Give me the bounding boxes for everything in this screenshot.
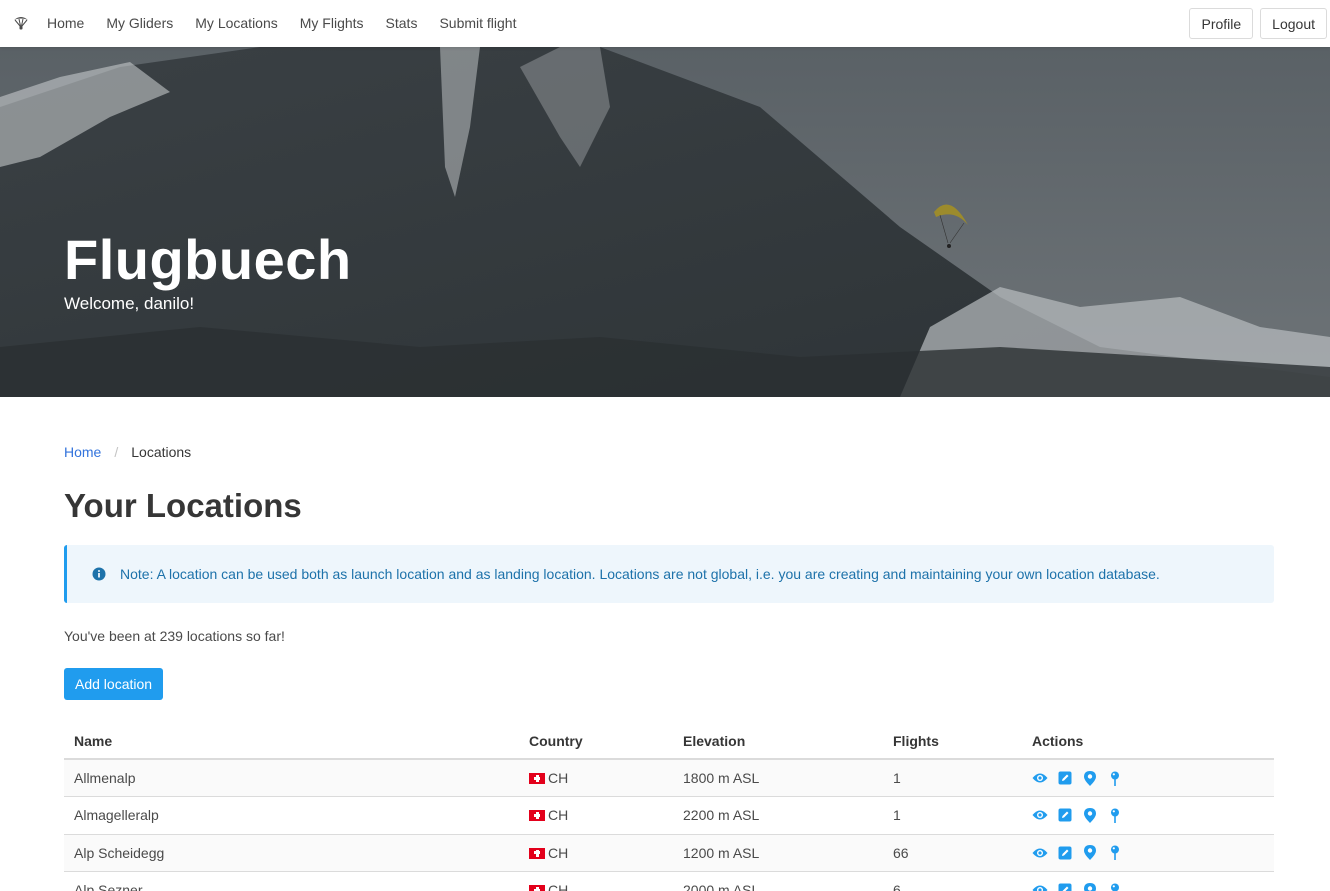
header-actions: Actions <box>1022 724 1274 760</box>
swiss-flag-icon <box>529 773 545 784</box>
notification-text: Note: A location can be used both as lau… <box>120 566 1160 582</box>
location-country: CH <box>519 759 673 797</box>
info-notification: Note: A location can be used both as lau… <box>64 545 1274 603</box>
table-row: Alp Scheidegg CH 1200 m ASL 66 <box>64 834 1274 872</box>
nav-item-my-flights[interactable]: My Flights <box>289 0 375 47</box>
header-country[interactable]: Country <box>519 724 673 760</box>
edit-icon[interactable] <box>1057 882 1073 891</box>
location-actions <box>1022 871 1274 891</box>
breadcrumb-home-link[interactable]: Home <box>64 444 101 460</box>
edit-icon[interactable] <box>1057 807 1073 823</box>
paraglider-logo-icon[interactable] <box>13 15 29 31</box>
location-name: Allmenalp <box>64 759 519 797</box>
country-code: CH <box>548 807 569 824</box>
nav-right: Profile Logout <box>1189 8 1327 39</box>
map-marker-icon[interactable] <box>1082 807 1098 823</box>
location-elevation: 2200 m ASL <box>673 796 883 835</box>
map-pin-icon[interactable] <box>1107 882 1123 891</box>
edit-icon[interactable] <box>1057 770 1073 786</box>
eye-icon[interactable] <box>1032 807 1048 823</box>
location-count-text: You've been at 239 locations so far! <box>64 628 285 644</box>
add-location-button[interactable]: Add location <box>64 668 164 700</box>
logout-button[interactable]: Logout <box>1260 8 1327 39</box>
breadcrumb-separator: / <box>114 444 119 460</box>
location-country: CH <box>519 796 673 835</box>
nav-item-submit-flight[interactable]: Submit flight <box>428 0 527 47</box>
mountain-background-image <box>0 47 1330 397</box>
map-pin-icon[interactable] <box>1107 807 1123 823</box>
nav-item-my-gliders[interactable]: My Gliders <box>95 0 184 47</box>
location-name: Almagelleralp <box>64 796 519 835</box>
location-actions <box>1022 834 1274 872</box>
page-title: Your Locations <box>64 487 302 524</box>
hero-subtitle: Welcome, danilo! <box>64 294 195 313</box>
info-circle-icon <box>92 567 106 581</box>
table-row: Alp Sezner CH 2000 m ASL 6 <box>64 871 1274 891</box>
header-name[interactable]: Name <box>64 724 519 760</box>
nav-item-stats[interactable]: Stats <box>375 0 429 47</box>
nav-item-home[interactable]: Home <box>36 0 95 47</box>
locations-table: Name Country Elevation Flights Actions A… <box>64 724 1274 891</box>
table-row: Almagelleralp CH 2200 m ASL 1 <box>64 796 1274 835</box>
breadcrumb: Home / Locations <box>64 444 191 460</box>
header-elevation[interactable]: Elevation <box>673 724 883 760</box>
location-elevation: 1800 m ASL <box>673 759 883 797</box>
navbar: Home My Gliders My Locations My Flights … <box>0 0 1330 47</box>
country-code: CH <box>548 844 569 861</box>
location-country: CH <box>519 871 673 891</box>
eye-icon[interactable] <box>1032 845 1048 861</box>
hero-banner: Flugbuech Welcome, danilo! <box>0 47 1330 397</box>
swiss-flag-icon <box>529 885 545 891</box>
edit-icon[interactable] <box>1057 845 1073 861</box>
location-flights: 6 <box>883 871 1022 891</box>
map-marker-icon[interactable] <box>1082 882 1098 891</box>
map-pin-icon[interactable] <box>1107 770 1123 786</box>
header-flights[interactable]: Flights <box>883 724 1022 760</box>
location-flights: 1 <box>883 796 1022 835</box>
breadcrumb-current: Locations <box>131 444 192 460</box>
location-actions <box>1022 796 1274 835</box>
nav-item-my-locations[interactable]: My Locations <box>184 0 288 47</box>
location-actions <box>1022 759 1274 797</box>
map-marker-icon[interactable] <box>1082 770 1098 786</box>
location-flights: 66 <box>883 834 1022 872</box>
swiss-flag-icon <box>529 810 545 822</box>
table-header-row: Name Country Elevation Flights Actions <box>64 724 1274 760</box>
hero-title: Flugbuech <box>64 228 352 291</box>
profile-button[interactable]: Profile <box>1189 8 1254 39</box>
location-name: Alp Sezner <box>64 871 519 891</box>
nav-links: Home My Gliders My Locations My Flights … <box>36 0 528 47</box>
map-marker-icon[interactable] <box>1082 845 1098 861</box>
location-name: Alp Scheidegg <box>64 834 519 872</box>
location-flights: 1 <box>883 759 1022 797</box>
location-country: CH <box>519 834 673 872</box>
swiss-flag-icon <box>529 847 545 859</box>
table-row: Allmenalp CH 1800 m ASL 1 <box>64 759 1274 797</box>
map-pin-icon[interactable] <box>1107 845 1123 861</box>
location-elevation: 1200 m ASL <box>673 834 883 872</box>
location-elevation: 2000 m ASL <box>673 871 883 891</box>
country-code: CH <box>548 770 569 786</box>
eye-icon[interactable] <box>1032 770 1048 786</box>
eye-icon[interactable] <box>1032 882 1048 891</box>
country-code: CH <box>548 882 569 891</box>
